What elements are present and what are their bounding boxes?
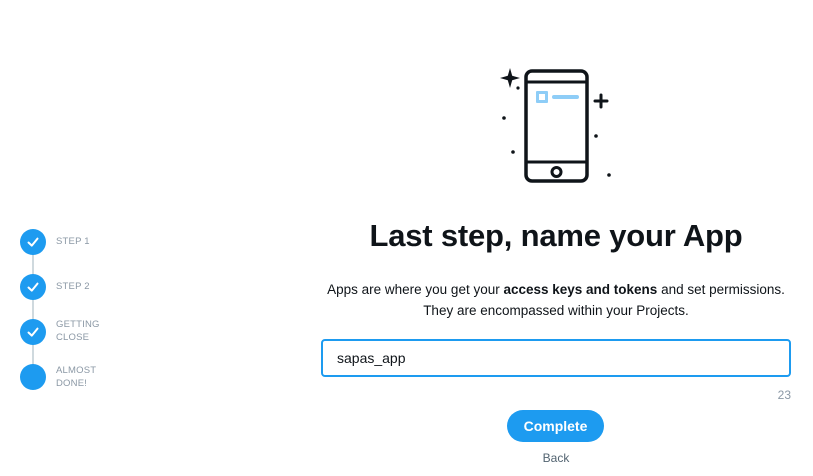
- page-title: Last step, name your App: [369, 218, 743, 253]
- back-link[interactable]: Back: [516, 451, 596, 465]
- check-icon: [20, 229, 46, 255]
- app-name-input[interactable]: [321, 339, 791, 377]
- step-4-current: ALMOST DONE!: [20, 364, 116, 390]
- character-count: 23: [777, 388, 791, 402]
- smartphone-icon: [498, 66, 616, 186]
- page-description: Apps are where you get your access keys …: [320, 279, 792, 321]
- description-text: Apps are where you get your: [327, 282, 504, 297]
- check-icon: [20, 274, 46, 300]
- step-label: STEP 2: [56, 281, 90, 292]
- step-label: GETTING CLOSE: [56, 319, 100, 343]
- current-step-dot: [20, 364, 46, 390]
- complete-button[interactable]: Complete: [507, 410, 604, 442]
- description-bold: access keys and tokens: [503, 282, 658, 297]
- step-2: STEP 2: [20, 274, 116, 300]
- step-1: STEP 1: [20, 229, 116, 255]
- step-label: ALMOST DONE!: [56, 365, 97, 389]
- check-icon: [20, 319, 46, 345]
- step-label: STEP 1: [56, 236, 90, 247]
- step-3: GETTING CLOSE: [20, 319, 116, 345]
- stepper-line: [32, 243, 34, 377]
